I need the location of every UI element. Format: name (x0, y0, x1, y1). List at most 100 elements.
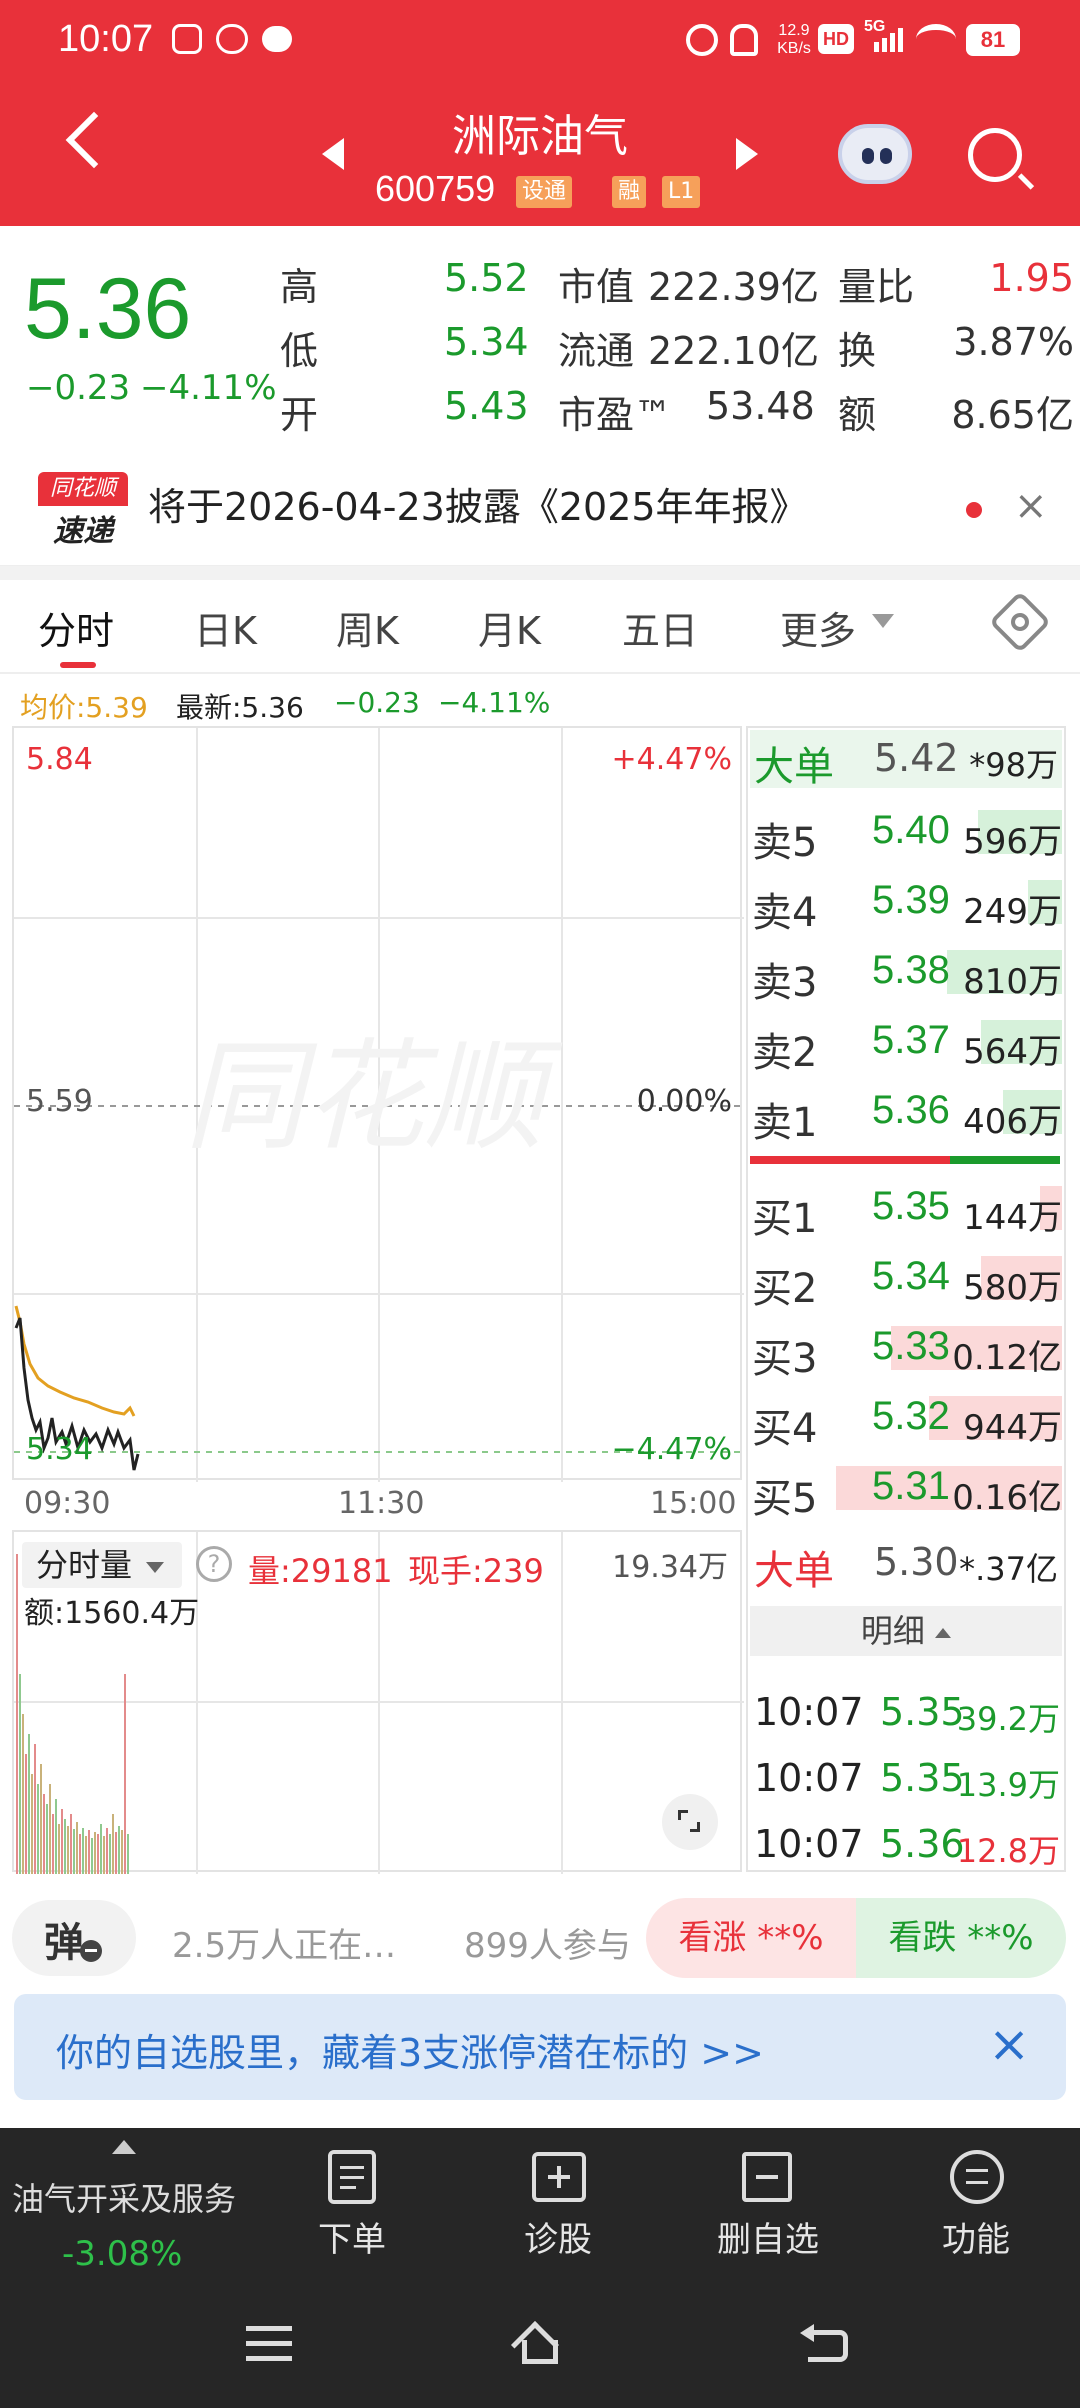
tab-more[interactable]: 更多 (780, 600, 856, 655)
ask-row[interactable]: 卖5 5.40 596万 (752, 804, 1062, 866)
ask-row[interactable]: 卖1 5.36 406万 (752, 1084, 1062, 1146)
tick-time: 10:07 (754, 1690, 864, 1734)
volume-bar (43, 1794, 45, 1874)
net-speed-value: 12.9 (778, 22, 810, 39)
bid-row[interactable]: 买5 5.31 0.16亿 (752, 1460, 1062, 1522)
ask-price: 5.38 (872, 948, 950, 992)
chat-icon (262, 26, 292, 52)
volume-type-label: 分时量 (36, 1546, 133, 1584)
detail-button[interactable]: 明细 (750, 1606, 1062, 1656)
time-start: 09:30 (24, 1486, 111, 1521)
close-banner-icon[interactable]: × (988, 2016, 1030, 2072)
time-end: 15:00 (650, 1486, 737, 1521)
pe-label: 市盈™ (558, 393, 673, 437)
system-back-icon[interactable] (800, 2322, 850, 2366)
volume-bar (109, 1834, 111, 1874)
participants-count: 899人参与 (464, 1926, 631, 1966)
ask-row[interactable]: 卖2 5.37 564万 (752, 1014, 1062, 1076)
bid-row[interactable]: 买3 5.33 0.12亿 (752, 1320, 1062, 1382)
trade-tick-row: 10:07 5.35 13.9万 (754, 1756, 1060, 1812)
stock-code: 600759 (375, 168, 496, 209)
system-home-icon[interactable] (510, 2320, 568, 2370)
app-root: { "status_bar": {"time": "10:07", "speed… (0, 0, 1080, 2408)
tab-weekly-k[interactable]: 周K (336, 600, 399, 655)
volume-bar (127, 1834, 129, 1874)
function-nav[interactable]: 功能 (916, 2146, 1036, 2266)
diagnose-nav[interactable]: 诊股 (498, 2146, 618, 2266)
system-menu-icon[interactable] (246, 2326, 292, 2362)
remove-watchlist-icon (742, 2152, 792, 2202)
volume-bar (25, 1754, 27, 1874)
online-count: 2.5万人正在… (172, 1926, 397, 1966)
ai-assistant-icon[interactable] (838, 124, 912, 184)
help-icon[interactable]: ? (196, 1546, 232, 1582)
bid-price: 5.33 (872, 1324, 950, 1368)
volume-bar (106, 1828, 108, 1874)
float-label: 流通 (558, 329, 635, 373)
volume-bar (28, 1734, 30, 1874)
intraday-chart[interactable]: 同花顺 5.84 +4.47% 5.59 0.00% 5.34 −4.47% (12, 726, 744, 1482)
flash-logo-bottom: 速递 (53, 514, 113, 549)
settings-icon[interactable] (988, 590, 1052, 654)
volume-bar (64, 1819, 66, 1874)
latest-price-label: 最新:5.36 (176, 691, 304, 724)
mute-icon (730, 24, 758, 56)
volume-bar (40, 1764, 42, 1874)
volume-type-selector[interactable]: 分时量 (22, 1542, 182, 1588)
tab-daily-k[interactable]: 日K (194, 600, 257, 655)
bid-row[interactable]: 买4 5.32 944万 (752, 1390, 1062, 1452)
signal-icon: 5G (864, 18, 906, 58)
tick-time: 10:07 (754, 1822, 864, 1866)
sector-name[interactable]: 油气开采及服务 (12, 2174, 236, 2220)
remove-watchlist-nav[interactable]: 删自选 (706, 2146, 830, 2266)
tab-intraday[interactable]: 分时 (38, 600, 114, 655)
bid-row[interactable]: 买1 5.35 144万 (752, 1180, 1062, 1242)
close-icon[interactable]: × (1014, 486, 1050, 526)
more-dropdown-icon[interactable] (872, 614, 894, 628)
danmu-button[interactable]: 弹 (12, 1900, 136, 1976)
divider (0, 566, 1080, 580)
ask-price: 5.37 (872, 1018, 950, 1062)
remove-watchlist-label: 删自选 (717, 2220, 819, 2260)
bid-level-label: 买4 (752, 1406, 818, 1452)
promo-banner[interactable]: 你的自选股里，藏着3支涨停潜在标的 >> × (14, 1994, 1066, 2100)
big-sell-volume: *98万 (969, 746, 1058, 784)
ask-row[interactable]: 卖3 5.38 810万 (752, 944, 1062, 1006)
order-nav[interactable]: 下单 (292, 2146, 412, 2266)
tab-monthly-k[interactable]: 月K (478, 600, 541, 655)
tab-five-day[interactable]: 五日 (622, 600, 698, 655)
notification-icons (172, 24, 292, 58)
mcap-value: 222.39亿 (648, 265, 819, 309)
bid-row[interactable]: 买2 5.34 580万 (752, 1250, 1062, 1312)
volume-bar (31, 1774, 33, 1874)
bear-vote-button[interactable]: 看跌 **% (856, 1898, 1066, 1978)
big-buy-row[interactable]: 大单 5.30 *.37亿 (750, 1534, 1062, 1594)
ask-row[interactable]: 卖4 5.39 249万 (752, 874, 1062, 936)
app-icon (172, 24, 202, 54)
ask-volume: 810万 (963, 962, 1062, 1002)
level-tag: L1 (662, 176, 701, 208)
volume-bar (91, 1838, 93, 1874)
trade-tick-row: 10:07 5.35 39.2万 (754, 1690, 1060, 1746)
search-icon[interactable] (968, 128, 1022, 182)
sector-change: -3.08% (62, 2234, 183, 2274)
low-value: 5.34 (444, 320, 529, 364)
turnover-value: 3.87% (953, 320, 1074, 364)
fullscreen-icon[interactable] (662, 1794, 718, 1850)
volume-chart[interactable]: 分时量 ? 量:29181 现手:239 19.34万 额:1560.4万 (12, 1530, 744, 1874)
minus-icon (80, 1940, 102, 1962)
volume-bar (76, 1822, 78, 1874)
ask-volume: 564万 (963, 1032, 1062, 1072)
ask-level-label: 卖4 (752, 890, 818, 936)
tab-divider (0, 672, 1080, 674)
bid-price: 5.31 (872, 1464, 950, 1508)
bull-vote-button[interactable]: 看涨 **% (646, 1898, 856, 1978)
avg-price-line (14, 1305, 136, 1417)
volume-bar (55, 1799, 57, 1874)
volume-bar (115, 1832, 117, 1874)
big-sell-row[interactable]: 大单 5.42 *98万 (750, 730, 1062, 790)
big-buy-volume: *.37亿 (959, 1550, 1058, 1588)
function-label: 功能 (942, 2220, 1010, 2260)
sector-up-icon (112, 2140, 136, 2154)
announcement-text: 将于2026-04-23披露《2025年年报》 (148, 485, 808, 529)
